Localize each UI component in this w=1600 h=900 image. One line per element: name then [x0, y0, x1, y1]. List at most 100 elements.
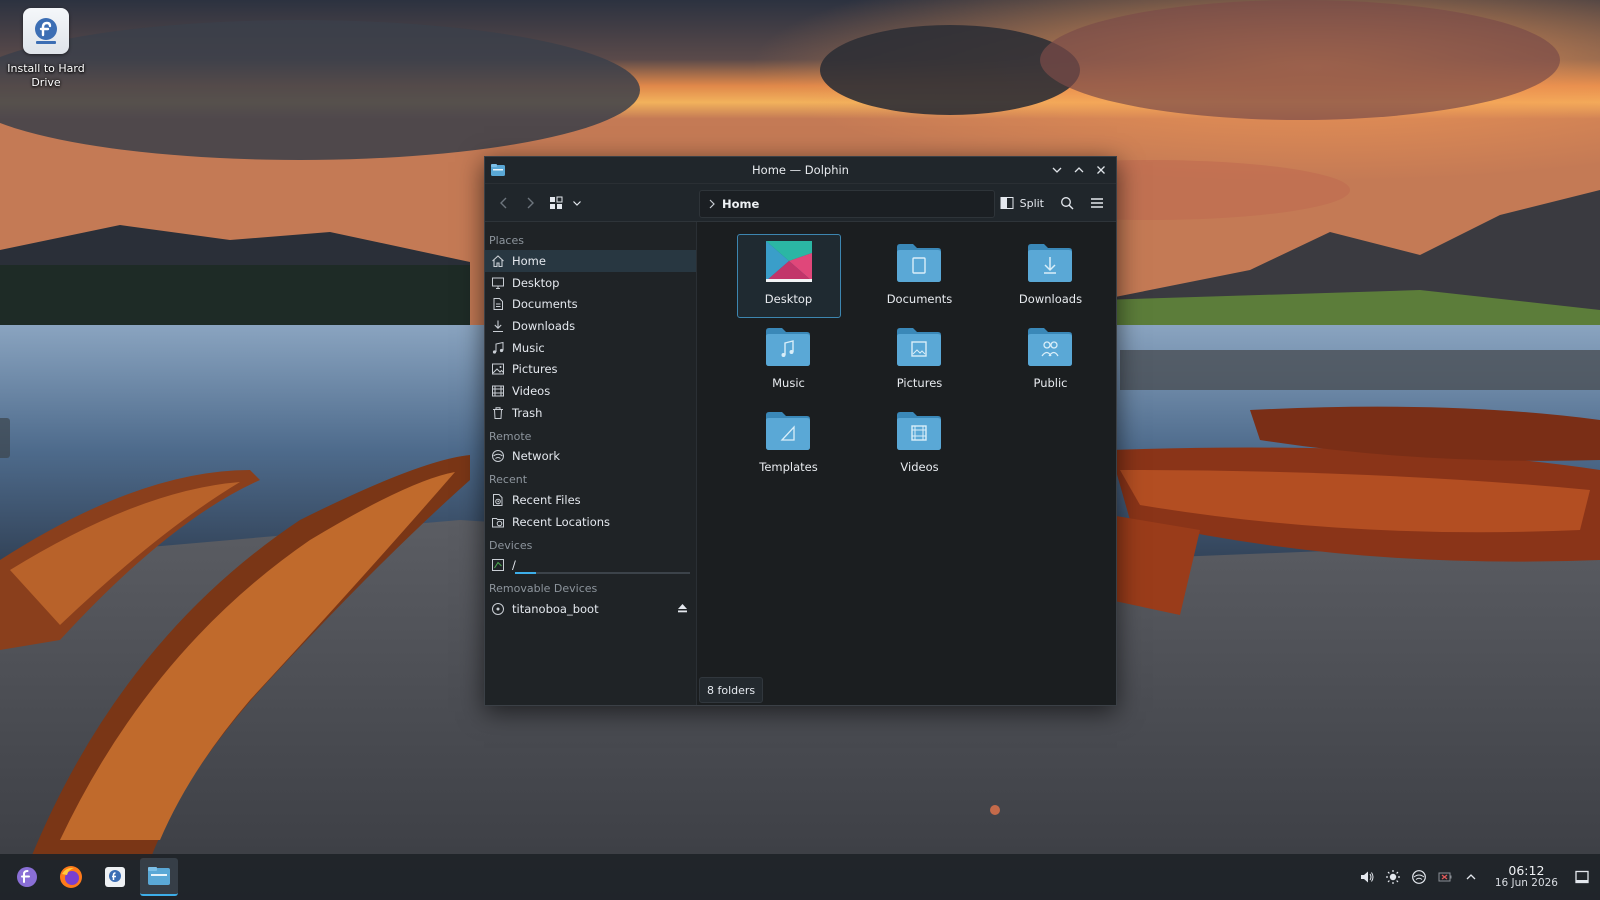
sidebar-item-downloads[interactable]: Downloads [485, 315, 696, 337]
system-tray: 06:12 16 Jun 2026 [1359, 854, 1590, 900]
documents-folder-icon [895, 239, 945, 288]
application-launcher-button[interactable] [8, 858, 46, 896]
firefox-taskbar-button[interactable] [52, 858, 90, 896]
brightness-icon[interactable] [1385, 869, 1401, 885]
sidebar-item-titanoboa-boot[interactable]: titanoboa_boot [485, 598, 696, 620]
sidebar-item-label: / [512, 558, 516, 573]
sidebar-item-network[interactable]: Network [485, 446, 696, 468]
folder-item-pictures[interactable]: Pictures [868, 318, 972, 402]
disk-usage-bar [515, 572, 690, 575]
split-view-icon [1000, 197, 1014, 209]
breadcrumb-home[interactable]: Home [722, 197, 759, 211]
folder-name: Desktop [764, 292, 813, 306]
sidebar-item-root[interactable]: / [485, 555, 696, 577]
folder-name: Music [772, 376, 805, 390]
show-desktop-button[interactable] [1574, 869, 1590, 885]
sidebar-item-videos[interactable]: Videos [485, 380, 696, 402]
status-bar: 8 folders [699, 677, 764, 703]
file-view[interactable]: Desktop Documents Downloads Music Pictur… [697, 222, 1116, 705]
panel-edge-handle[interactable] [0, 418, 10, 458]
sidebar-item-recent-locations[interactable]: Recent Locations [485, 511, 696, 533]
sidebar-item-trash[interactable]: Trash [485, 402, 696, 424]
folder-name: Documents [886, 292, 953, 306]
sidebar-item-label: Recent Files [512, 493, 581, 508]
network-status-icon[interactable] [1411, 869, 1427, 885]
dolphin-icon [148, 867, 170, 885]
desktop-icon [491, 276, 505, 290]
folder-item-downloads[interactable]: Downloads [999, 234, 1103, 318]
dolphin-taskbar-button[interactable] [140, 858, 178, 896]
folder-name: Templates [759, 460, 818, 474]
maximize-button[interactable] [1070, 161, 1088, 179]
icons-view-icon [550, 196, 563, 209]
hamburger-menu-icon [1091, 198, 1103, 208]
home-icon [491, 254, 505, 268]
folder-item-public[interactable]: Public [999, 318, 1103, 402]
installer-taskbar-button[interactable] [96, 858, 134, 896]
forward-button[interactable] [517, 190, 543, 216]
disk-usage-fill [515, 572, 536, 575]
downloads-icon [491, 319, 505, 333]
videos-folder-icon [895, 407, 945, 456]
volume-icon[interactable] [1359, 869, 1375, 885]
clock-time: 06:12 [1508, 863, 1545, 878]
status-text: 8 folders [707, 683, 756, 697]
minimize-button[interactable] [1048, 161, 1066, 179]
sidebar-item-documents[interactable]: Documents [485, 293, 696, 315]
split-view-button[interactable]: Split [994, 190, 1050, 216]
menu-button[interactable] [1084, 190, 1110, 216]
section-title-recent: Recent [489, 473, 528, 487]
back-button[interactable] [491, 190, 517, 216]
sidebar-item-recent-files[interactable]: Recent Files [485, 489, 696, 511]
close-button[interactable] [1092, 161, 1110, 179]
folder-item-documents[interactable]: Documents [868, 234, 972, 318]
sidebar-item-music[interactable]: Music [485, 337, 696, 359]
sidebar-item-label: Home [512, 253, 546, 268]
sidebar-item-pictures[interactable]: Pictures [485, 358, 696, 380]
arrow-right-icon [527, 197, 534, 208]
section-title-places: Places [489, 234, 524, 247]
window-titlebar[interactable]: Home — Dolphin [485, 157, 1116, 184]
search-button[interactable] [1054, 190, 1080, 216]
folder-item-videos[interactable]: Videos [868, 402, 972, 486]
templates-folder-icon [764, 407, 814, 456]
recent-files-icon [491, 493, 505, 507]
arrow-left-icon [500, 197, 507, 208]
digital-clock[interactable]: 06:12 16 Jun 2026 [1495, 864, 1558, 890]
view-mode-button[interactable] [543, 190, 569, 216]
sidebar-item-home[interactable]: Home [485, 250, 696, 272]
public-folder-icon [1026, 323, 1076, 372]
section-title-devices: Devices [489, 538, 533, 552]
install-to-hard-drive-desktop-icon[interactable]: Install to Hard Drive [4, 8, 88, 90]
show-hidden-icons-button[interactable] [1463, 869, 1479, 885]
eject-icon[interactable] [677, 602, 688, 616]
places-panel: Places Home Desktop Documents Downloads Musi… [485, 222, 697, 705]
removable-drive-icon [491, 602, 505, 616]
music-icon [491, 341, 505, 355]
view-mode-dropdown[interactable] [569, 190, 585, 216]
videos-icon [491, 384, 505, 398]
split-label: Split [1019, 196, 1044, 210]
sidebar-item-desktop[interactable]: Desktop [485, 272, 696, 294]
close-icon [1097, 166, 1105, 174]
dolphin-app-icon[interactable] [490, 162, 506, 181]
folder-name: Pictures [896, 376, 943, 390]
folder-item-music[interactable]: Music [737, 318, 841, 402]
folder-item-templates[interactable]: Templates [737, 402, 841, 486]
chevron-up-icon [1074, 167, 1084, 173]
sidebar-item-label: Network [512, 449, 561, 464]
sidebar-item-label: Desktop [512, 275, 560, 290]
sidebar-item-label: Videos [512, 383, 551, 398]
window-title: Home — Dolphin [752, 163, 849, 177]
folder-item-desktop[interactable]: Desktop [736, 234, 841, 318]
firefox-icon [60, 866, 82, 888]
folder-name: Downloads [1018, 292, 1083, 306]
chevron-down-icon [573, 200, 581, 206]
installer-icon [105, 867, 125, 887]
location-bar[interactable]: Home [699, 190, 995, 218]
sidebar-item-label: Music [512, 340, 545, 355]
music-folder-icon [764, 323, 814, 372]
trash-icon [491, 406, 505, 420]
no-battery-icon[interactable] [1437, 869, 1453, 885]
sidebar-item-label: Pictures [512, 362, 558, 377]
